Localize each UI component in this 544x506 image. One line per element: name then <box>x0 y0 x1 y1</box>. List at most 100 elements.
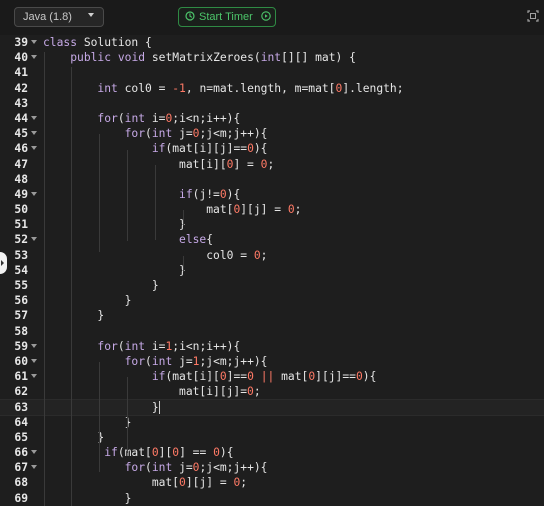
code-token: j= <box>172 354 193 368</box>
code-line[interactable]: 54 } <box>0 263 544 278</box>
line-number: 60 <box>14 354 28 368</box>
code-line[interactable]: 56 } <box>0 293 544 308</box>
line-number: 55 <box>14 279 28 292</box>
chevron-down-icon <box>88 13 94 17</box>
code-line[interactable]: 64 } <box>0 415 544 430</box>
code-line[interactable]: 39 class Solution { <box>0 35 544 50</box>
code-editor[interactable]: 39 class Solution {40 public void setMatr… <box>0 35 544 506</box>
code-token: ( <box>145 127 152 141</box>
code-line[interactable]: 43 <box>0 96 544 111</box>
code-text: } <box>43 415 132 430</box>
code-line[interactable]: 53 col0 = 0; <box>0 248 544 263</box>
code-line[interactable]: 63 } <box>0 398 544 416</box>
fold-chevron-icon[interactable] <box>31 465 37 470</box>
indent-guide <box>127 377 128 453</box>
code-token: ( <box>145 354 152 368</box>
language-select[interactable]: Java (1.8) <box>14 7 104 27</box>
code-token: setMatrixZeroes( <box>145 51 261 65</box>
code-token: ; <box>260 248 268 262</box>
keyword-token: if <box>179 187 193 201</box>
fold-chevron-icon[interactable] <box>31 146 37 151</box>
code-line[interactable]: 68 mat[0][j] = 0; <box>0 475 544 490</box>
code-line[interactable]: 42 int col0 = -1, n=mat.length, m=mat[0]… <box>0 81 544 96</box>
code-line[interactable]: 48 <box>0 172 544 187</box>
code-line[interactable]: 58 <box>0 324 544 339</box>
code-line[interactable]: 45 for(int j=0;j<m;j++){ <box>0 126 544 141</box>
code-token: } <box>43 279 159 292</box>
line-number: 44 <box>14 111 28 125</box>
expand-icon[interactable] <box>527 10 539 22</box>
code-line[interactable]: 40 public void setMatrixZeroes(int[][] m… <box>0 50 544 65</box>
code-line[interactable]: 49 if(j!=0){ <box>0 187 544 202</box>
line-number: 69 <box>14 491 28 505</box>
indent-guide <box>99 134 100 252</box>
code-line[interactable]: 59 for(int i=1;i<n;i++){ <box>0 339 544 354</box>
code-line[interactable]: 61 if(mat[i][0]==0 || mat[0][j]==0){ <box>0 369 544 384</box>
code-line[interactable]: 55 } <box>0 278 544 293</box>
code-line[interactable]: 60 for(int j=1;j<m;j++){ <box>0 354 544 369</box>
code-line[interactable]: 50 mat[0][j] = 0; <box>0 202 544 217</box>
code-line[interactable]: 57 } <box>0 308 544 323</box>
code-token: { <box>206 233 214 247</box>
code-line[interactable]: 41 <box>0 65 544 80</box>
fold-chevron-icon[interactable] <box>31 115 37 120</box>
code-token: } <box>43 263 186 277</box>
code-token: col0 = <box>117 81 173 95</box>
code-text: col0 = 0; <box>43 248 267 263</box>
keyword-token: void <box>117 51 146 65</box>
code-token: } <box>43 491 132 505</box>
code-line[interactable]: 69 } <box>0 491 544 506</box>
code-token: ;j<m;j++){ <box>199 461 268 475</box>
fold-chevron-icon[interactable] <box>31 131 37 136</box>
keyword-token: if <box>104 446 118 460</box>
code-token: Solution { <box>77 36 152 49</box>
keyword-token: int <box>97 81 118 95</box>
fold-chevron-icon[interactable] <box>31 343 37 348</box>
code-token: ][j]== <box>315 370 356 384</box>
code-line[interactable]: 52 else{ <box>0 232 544 247</box>
code-token: ( <box>145 461 152 475</box>
code-line[interactable]: 67 for(int j=0;j<m;j++){ <box>0 460 544 475</box>
line-number: 57 <box>14 309 28 323</box>
fold-chevron-icon[interactable] <box>31 450 37 455</box>
code-token: j= <box>172 461 193 475</box>
keyword-token: for <box>124 127 146 141</box>
fold-chevron-icon[interactable] <box>31 40 37 44</box>
keyword-token: if <box>151 142 166 156</box>
line-number: 52 <box>14 233 28 247</box>
code-line[interactable]: 66 if(mat[0][0] == 0){ <box>0 445 544 460</box>
code-token: (mat[i][j]== <box>165 142 248 156</box>
fold-chevron-icon[interactable] <box>31 374 37 379</box>
code-line[interactable]: 44 for(int i=0;i<n;i++){ <box>0 111 544 126</box>
code-line[interactable]: 51 } <box>0 217 544 232</box>
start-timer-button[interactable]: Start Timer <box>178 7 276 27</box>
code-text: } <box>43 263 186 278</box>
fold-chevron-icon[interactable] <box>31 191 37 196</box>
line-number: 58 <box>14 324 28 338</box>
indent-guide <box>183 256 184 271</box>
code-token: ){ <box>219 446 234 460</box>
literal-token: 0 <box>253 248 261 262</box>
line-number: 64 <box>14 415 28 429</box>
code-text: for(int j=0;j<m;j++){ <box>43 126 268 141</box>
fold-chevron-icon[interactable] <box>31 237 37 242</box>
code-line[interactable]: 62 mat[i][j]=0; <box>0 384 544 399</box>
code-line[interactable]: 46 if(mat[i][j]==0){ <box>0 141 544 156</box>
code-line[interactable]: 65 } <box>0 430 544 445</box>
code-token: ][j] = <box>185 476 234 490</box>
collapse-panel-handle[interactable] <box>0 252 7 274</box>
fold-chevron-icon[interactable] <box>31 358 37 363</box>
keyword-token: for <box>124 354 146 368</box>
code-token: } <box>43 309 105 323</box>
code-line[interactable]: 47 mat[i][0] = 0; <box>0 157 544 172</box>
keyword-token: int <box>124 111 146 125</box>
code-token: ; <box>267 157 275 171</box>
fold-chevron-icon[interactable] <box>31 55 37 60</box>
code-token: mat[i][j]= <box>43 385 248 399</box>
